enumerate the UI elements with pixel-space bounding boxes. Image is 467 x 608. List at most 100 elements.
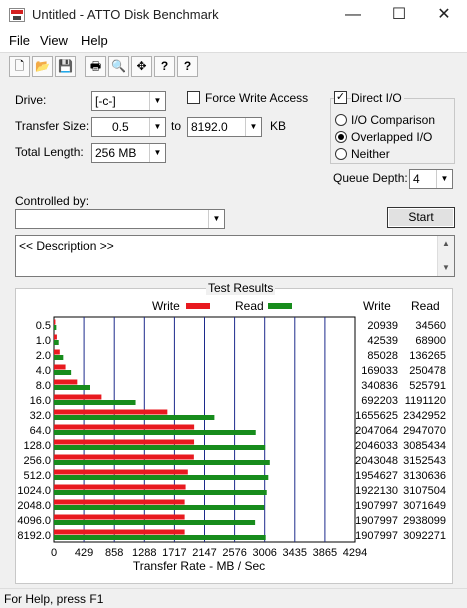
write-value: 1907997 bbox=[355, 530, 398, 542]
read-bar bbox=[54, 325, 57, 330]
toolbar: 🗋 📂 💾 🖶 🔍 ✥ ? ? bbox=[0, 52, 467, 80]
chevron-down-icon: ▼ bbox=[245, 118, 261, 136]
read-value: 3107504 bbox=[403, 485, 446, 497]
read-value: 1191120 bbox=[405, 395, 446, 407]
x-tick-label: 2576 bbox=[222, 547, 246, 559]
write-value: 1655625 bbox=[355, 410, 398, 422]
neither-radio[interactable] bbox=[335, 148, 347, 160]
write-value: 85028 bbox=[367, 350, 398, 362]
transfer-from-select[interactable]: 0.5 ▼ bbox=[91, 117, 166, 137]
read-value: 3130636 bbox=[403, 470, 446, 482]
controlled-by-select[interactable]: ▼ bbox=[15, 209, 225, 229]
y-tick-label: 64.0 bbox=[30, 425, 51, 437]
x-tick-label: 4294 bbox=[343, 547, 367, 559]
force-write-checkbox[interactable] bbox=[187, 91, 200, 104]
write-bar bbox=[54, 394, 102, 400]
menu-bar: File View Help bbox=[0, 30, 467, 52]
y-tick-label: 4096.0 bbox=[17, 515, 51, 527]
open-folder-icon[interactable]: 📂 bbox=[32, 56, 53, 77]
transfer-to-value: 8192.0 bbox=[191, 120, 228, 134]
write-bar bbox=[54, 499, 185, 505]
read-bar bbox=[54, 370, 72, 375]
write-bar bbox=[54, 454, 194, 460]
save-icon[interactable]: 💾 bbox=[55, 56, 76, 77]
y-tick-label: 512.0 bbox=[23, 470, 51, 482]
chevron-down-icon: ▼ bbox=[149, 144, 165, 162]
write-bar bbox=[54, 409, 168, 415]
start-button[interactable]: Start bbox=[387, 207, 455, 228]
io-comparison-radio[interactable] bbox=[335, 114, 347, 126]
y-tick-label: 2048.0 bbox=[17, 500, 51, 512]
transfer-to-select[interactable]: 8192.0 ▼ bbox=[187, 117, 262, 137]
description-scrollbar[interactable]: ▲ ▼ bbox=[437, 236, 454, 276]
direct-io-label: Direct I/O bbox=[351, 91, 404, 105]
legend-read-label: Read bbox=[235, 299, 264, 313]
overlapped-io-label: Overlapped I/O bbox=[351, 130, 433, 144]
description-box[interactable]: << Description >> ▲ ▼ bbox=[15, 235, 455, 277]
write-value: 42539 bbox=[367, 335, 398, 347]
write-value: 169033 bbox=[361, 365, 398, 377]
minimize-button[interactable]: — bbox=[330, 0, 376, 30]
read-value: 250478 bbox=[409, 365, 446, 377]
read-bar bbox=[54, 340, 59, 345]
legend-write-label: Write bbox=[152, 299, 180, 313]
y-tick-label: 2.0 bbox=[36, 350, 51, 362]
scroll-down-icon[interactable]: ▼ bbox=[438, 260, 454, 276]
x-tick-label: 3006 bbox=[252, 547, 276, 559]
write-value: 2047064 bbox=[355, 425, 398, 437]
x-tick-label: 1288 bbox=[132, 547, 156, 559]
overlapped-io-radio[interactable] bbox=[335, 131, 347, 143]
read-value: 2947070 bbox=[403, 425, 446, 437]
force-write-label: Force Write Access bbox=[205, 91, 309, 105]
chevron-down-icon: ▼ bbox=[436, 170, 452, 188]
y-tick-label: 1.0 bbox=[36, 335, 51, 347]
queue-depth-value: 4 bbox=[413, 172, 420, 186]
maximize-button[interactable]: ☐ bbox=[376, 0, 422, 30]
queue-depth-select[interactable]: 4 ▼ bbox=[409, 169, 453, 189]
write-bar bbox=[54, 484, 186, 490]
x-axis-label: Transfer Rate - MB / Sec bbox=[133, 559, 265, 573]
results-chart: Write Read Write Read 0.5 1.0 2.0 4.0 8.0 16.… bbox=[17, 299, 446, 573]
direct-io-checkbox[interactable]: ✓ bbox=[334, 91, 347, 104]
total-length-select[interactable]: 256 MB ▼ bbox=[91, 143, 166, 163]
write-value: 2043048 bbox=[355, 455, 398, 467]
write-value: 1907997 bbox=[355, 515, 398, 527]
description-text: << Description >> bbox=[19, 239, 114, 253]
read-bar bbox=[54, 385, 90, 390]
read-value: 2342952 bbox=[403, 410, 446, 422]
write-bar bbox=[54, 529, 185, 535]
legend-read-swatch bbox=[268, 303, 292, 309]
about-help-icon[interactable]: ? bbox=[154, 56, 175, 77]
scroll-up-icon[interactable]: ▲ bbox=[438, 236, 454, 252]
chevron-down-icon: ▼ bbox=[208, 210, 224, 228]
controlled-by-label: Controlled by: bbox=[15, 194, 90, 208]
y-tick-label: 1024.0 bbox=[17, 485, 51, 497]
y-tick-label: 128.0 bbox=[23, 440, 51, 452]
write-value: 20939 bbox=[367, 320, 398, 332]
menu-help[interactable]: Help bbox=[81, 33, 108, 48]
app-icon bbox=[9, 8, 25, 22]
print-preview-icon[interactable]: 🔍 bbox=[108, 56, 129, 77]
move-icon[interactable]: ✥ bbox=[131, 56, 152, 77]
drive-select[interactable]: [-c-] ▼ bbox=[91, 91, 166, 111]
menu-view[interactable]: View bbox=[40, 33, 68, 48]
write-value: 1922130 bbox=[355, 485, 398, 497]
drive-value: [-c-] bbox=[95, 94, 116, 108]
x-tick-label: 0 bbox=[51, 547, 57, 559]
close-button[interactable]: ✕ bbox=[421, 0, 467, 30]
write-bar bbox=[54, 424, 195, 430]
new-document-icon[interactable]: 🗋 bbox=[9, 56, 30, 77]
read-value: 3152543 bbox=[403, 455, 446, 467]
io-comparison-label: I/O Comparison bbox=[351, 113, 436, 127]
read-column-header: Read bbox=[411, 299, 440, 313]
read-bar bbox=[54, 520, 256, 525]
write-value: 692203 bbox=[361, 395, 398, 407]
print-icon[interactable]: 🖶 bbox=[85, 56, 106, 77]
write-value: 1954627 bbox=[355, 470, 398, 482]
y-tick-label: 16.0 bbox=[30, 395, 51, 407]
menu-file[interactable]: File bbox=[9, 33, 30, 48]
context-help-icon[interactable]: ? bbox=[177, 56, 198, 77]
write-column-header: Write bbox=[363, 299, 391, 313]
drive-label: Drive: bbox=[15, 93, 47, 107]
queue-depth-label: Queue Depth: bbox=[333, 171, 408, 185]
